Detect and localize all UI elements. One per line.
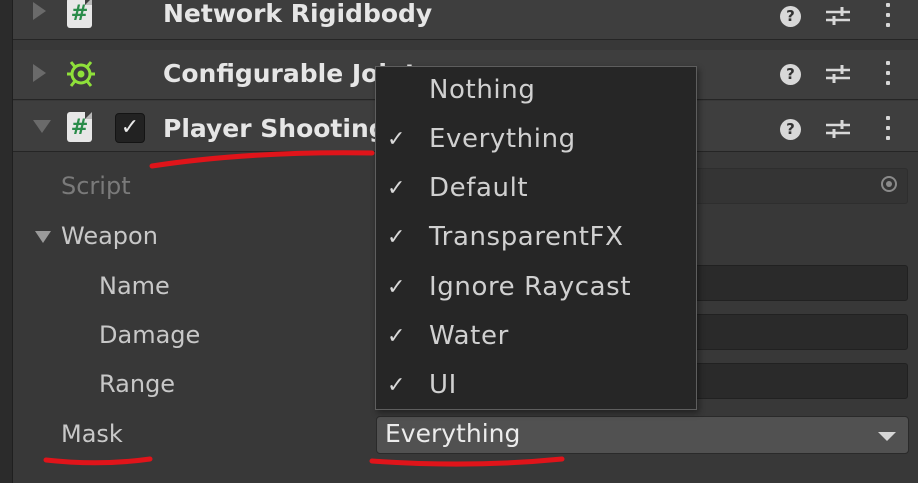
component-enabled-checkbox[interactable]: ✓ [115, 113, 145, 143]
annotation-underline-title [149, 150, 375, 169]
weapon-foldout-icon[interactable] [35, 231, 51, 243]
hierarchy-edge [0, 0, 13, 483]
menu-item-ui[interactable]: ✓ UI [376, 362, 696, 411]
help-icon[interactable]: ? [780, 6, 801, 27]
help-icon[interactable]: ? [780, 64, 801, 85]
mask-dropdown-value: Everything [385, 419, 521, 448]
kebab-menu-icon[interactable] [885, 116, 891, 142]
mask-label: Mask [61, 420, 123, 448]
menu-item-transparentfx[interactable]: ✓ TransparentFX [376, 214, 696, 263]
presets-icon[interactable] [825, 118, 851, 140]
component-title: Player Shooting [163, 114, 387, 143]
csharp-script-icon: # [67, 0, 92, 28]
object-picker-icon[interactable] [881, 176, 897, 192]
presets-icon[interactable] [825, 5, 851, 27]
checkmark-icon: ✓ [387, 373, 406, 398]
annotation-underline-mask-label [43, 456, 153, 466]
dropdown-arrow-icon [878, 432, 896, 441]
annotation-underline-mask-value [369, 456, 565, 467]
csharp-script-icon: # [67, 112, 92, 142]
checkmark-icon: ✓ [387, 176, 406, 201]
script-label: Script [61, 172, 131, 200]
kebab-menu-icon[interactable] [885, 3, 891, 29]
foldout-collapsed-icon[interactable] [33, 2, 46, 20]
checkmark-icon: ✓ [387, 324, 406, 349]
presets-icon[interactable] [825, 63, 851, 85]
menu-item-everything[interactable]: ✓ Everything [376, 116, 696, 165]
foldout-expanded-icon[interactable] [33, 120, 51, 133]
range-label: Range [99, 370, 176, 398]
checkmark-icon: ✓ [387, 127, 406, 152]
name-label: Name [99, 272, 170, 300]
checkmark-icon: ✓ [387, 275, 406, 300]
menu-item-water[interactable]: ✓ Water [376, 313, 696, 362]
foldout-collapsed-icon[interactable] [33, 64, 46, 82]
checkmark-icon: ✓ [387, 225, 406, 250]
layer-mask-dropdown-menu: Nothing ✓ Everything ✓ Default ✓ Transpa… [375, 66, 697, 410]
configurable-joint-icon [67, 61, 95, 87]
mask-dropdown[interactable]: Everything [376, 416, 909, 454]
menu-item-nothing[interactable]: Nothing [376, 67, 696, 116]
menu-item-default[interactable]: ✓ Default [376, 165, 696, 214]
help-icon[interactable]: ? [780, 119, 801, 140]
kebab-menu-icon[interactable] [885, 61, 891, 87]
weapon-label[interactable]: Weapon [61, 221, 158, 251]
component-title: Network Rigidbody [163, 0, 433, 28]
damage-label: Damage [99, 321, 201, 349]
menu-item-ignore-raycast[interactable]: ✓ Ignore Raycast [376, 264, 696, 313]
component-header-network-rigidbody[interactable]: # Network Rigidbody ? [13, 0, 918, 40]
